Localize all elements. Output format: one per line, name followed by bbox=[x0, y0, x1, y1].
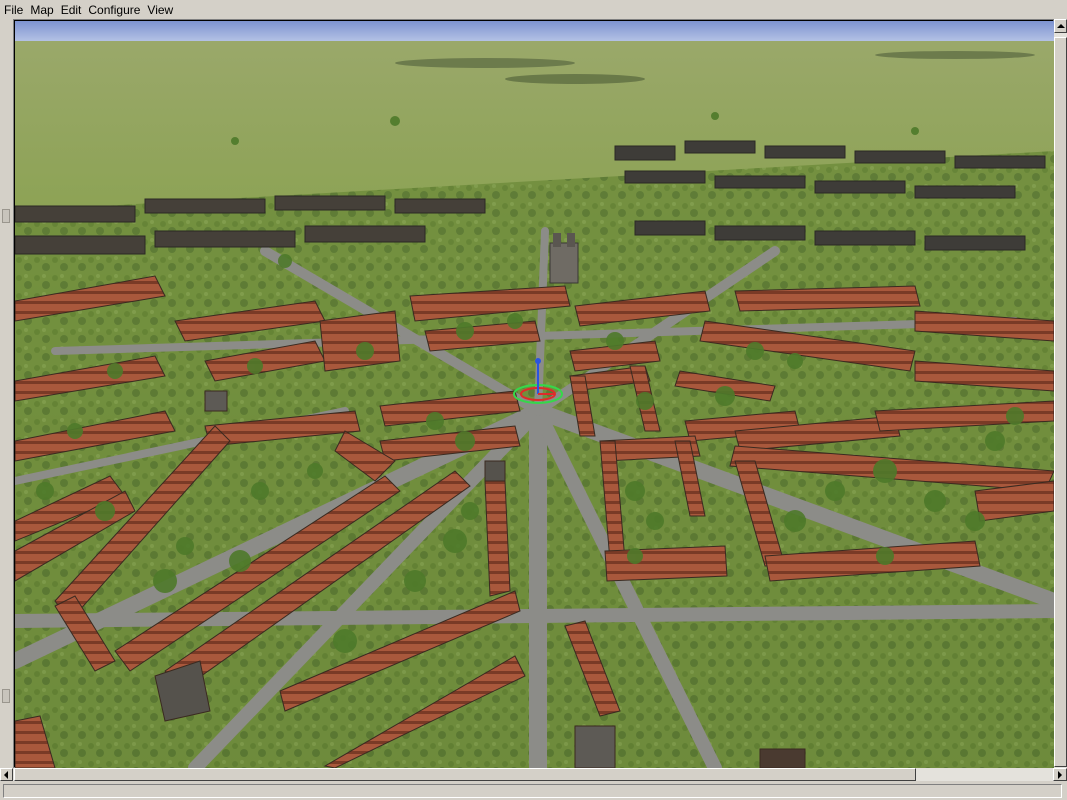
scroll-up-button[interactable] bbox=[1054, 19, 1067, 33]
left-gutter bbox=[0, 19, 14, 768]
menu-file[interactable]: File bbox=[0, 1, 26, 19]
vertical-scroll-thumb[interactable] bbox=[1054, 37, 1067, 767]
arrow-right-icon bbox=[1058, 771, 1062, 779]
splitter-grip[interactable] bbox=[2, 209, 10, 223]
arrow-left-icon bbox=[4, 771, 8, 779]
horizontal-scrollbar[interactable] bbox=[0, 768, 1067, 781]
menu-view[interactable]: View bbox=[143, 1, 176, 19]
status-bar bbox=[0, 782, 1067, 800]
menu-map[interactable]: Map bbox=[26, 1, 56, 19]
map-viewport-frame bbox=[13, 19, 1054, 768]
splitter-grip[interactable] bbox=[2, 689, 10, 703]
scroll-right-button[interactable] bbox=[1053, 768, 1067, 781]
arrow-up-icon bbox=[1057, 24, 1065, 28]
horizontal-scroll-thumb[interactable] bbox=[14, 768, 916, 781]
map-3d-viewport[interactable] bbox=[15, 21, 1054, 768]
menu-edit[interactable]: Edit bbox=[57, 1, 85, 19]
scroll-left-button[interactable] bbox=[0, 768, 13, 781]
status-text bbox=[3, 784, 1062, 798]
vertical-scrollbar[interactable] bbox=[1054, 19, 1067, 768]
menu-bar: File Map Edit Configure View bbox=[0, 0, 1067, 20]
menu-configure[interactable]: Configure bbox=[84, 1, 143, 19]
sky bbox=[15, 21, 1054, 43]
